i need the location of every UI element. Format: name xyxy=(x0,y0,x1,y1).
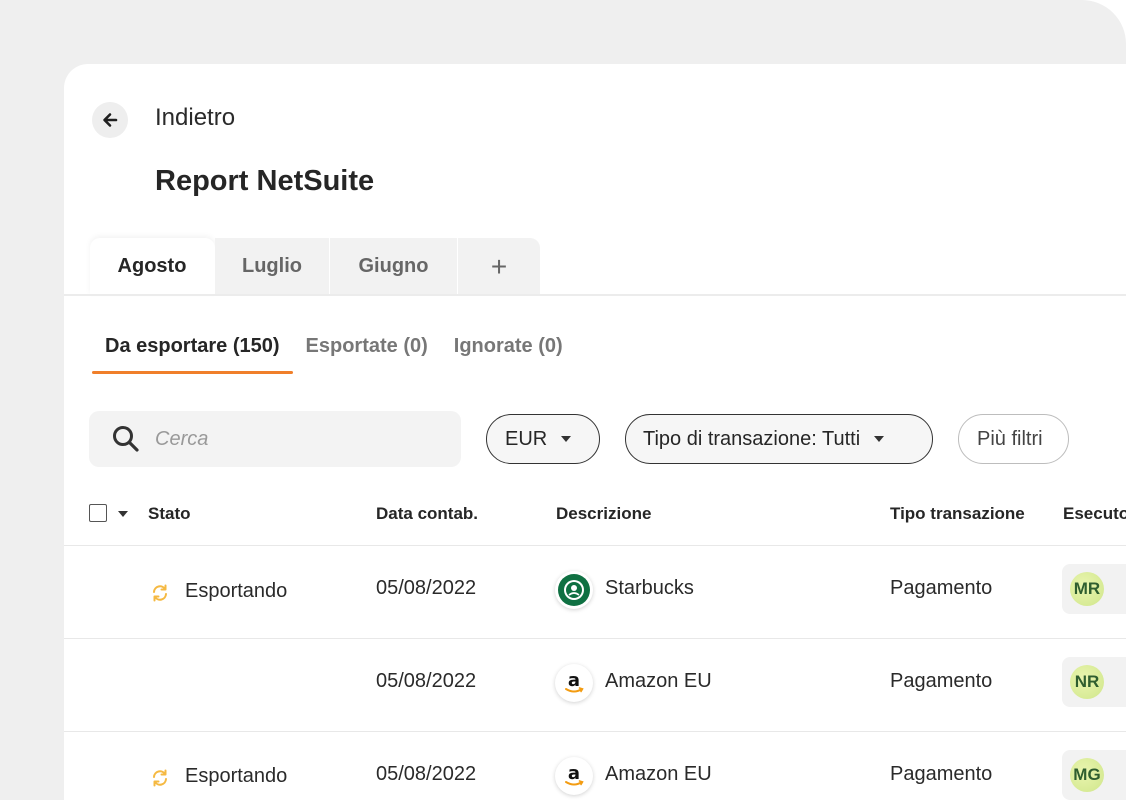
executor-cell: NR xyxy=(1062,657,1126,707)
more-filters-button[interactable]: Più filtri xyxy=(958,414,1069,464)
status-text: Esportando xyxy=(185,580,288,602)
table-row[interactable]: Esportando 05/08/2022 a Amazon EU Pagame… xyxy=(64,732,1126,800)
tab-da-esportare[interactable]: Da esportare (150) xyxy=(92,334,293,374)
executor-cell: MG xyxy=(1062,750,1126,800)
transaction-type-filter-label: Tipo di transazione: Tutti xyxy=(643,427,861,450)
merchant-name: Amazon EU xyxy=(605,670,712,692)
starbucks-logo-icon xyxy=(555,571,593,609)
currency-filter-label: EUR xyxy=(505,427,548,450)
chevron-down-icon xyxy=(874,436,885,442)
table-row[interactable]: 05/08/2022 a Amazon EU Pagamento NR xyxy=(64,639,1126,732)
amazon-logo-icon: a xyxy=(555,664,593,702)
tab-giugno[interactable]: Giugno xyxy=(330,238,458,295)
transaction-type-cell: Pagamento xyxy=(890,577,993,599)
report-panel: Indietro Report NetSuite Agosto Luglio G… xyxy=(64,64,1126,800)
transaction-type-filter[interactable]: Tipo di transazione: Tutti xyxy=(625,414,933,464)
arrow-left-icon xyxy=(103,113,118,127)
avatar: MR xyxy=(1070,572,1104,606)
column-header-stato[interactable]: Stato xyxy=(148,504,191,524)
back-label[interactable]: Indietro xyxy=(155,104,235,132)
column-header-descrizione[interactable]: Descrizione xyxy=(556,504,651,524)
more-filters-label: Più filtri xyxy=(977,427,1043,450)
back-button[interactable] xyxy=(92,102,128,138)
table-header: Stato Data contab. Descrizione Tipo tran… xyxy=(64,490,1126,546)
page-title: Report NetSuite xyxy=(155,165,375,197)
column-header-esecutore[interactable]: Esecutore xyxy=(1063,504,1126,524)
tab-ignorate[interactable]: Ignorate (0) xyxy=(441,334,576,374)
merchant-name: Starbucks xyxy=(605,577,694,599)
tab-divider xyxy=(64,294,1126,296)
column-header-data[interactable]: Data contab. xyxy=(376,504,478,524)
select-all-checkbox[interactable] xyxy=(89,504,107,522)
chevron-down-icon xyxy=(561,436,572,442)
transaction-type-cell: Pagamento xyxy=(890,670,993,692)
month-tabs: Agosto Luglio Giugno + xyxy=(90,238,540,295)
select-menu-chevron-icon[interactable] xyxy=(118,511,128,517)
avatar: NR xyxy=(1070,665,1104,699)
tab-esportate[interactable]: Esportate (0) xyxy=(293,334,441,374)
amazon-logo-icon: a xyxy=(555,757,593,795)
avatar: MG xyxy=(1070,758,1104,792)
svg-text:a: a xyxy=(568,763,580,784)
column-header-tipo[interactable]: Tipo transazione xyxy=(890,504,1025,524)
merchant-name: Amazon EU xyxy=(605,763,712,785)
transaction-type-cell: Pagamento xyxy=(890,763,993,785)
date-cell: 05/08/2022 xyxy=(376,763,477,785)
date-cell: 05/08/2022 xyxy=(376,577,477,599)
add-tab-button[interactable]: + xyxy=(458,238,540,295)
status-tabs: Da esportare (150) Esportate (0) Ignorat… xyxy=(92,334,576,374)
tab-luglio[interactable]: Luglio xyxy=(215,238,330,295)
status-text: Esportando xyxy=(185,765,288,787)
sync-icon xyxy=(153,584,167,602)
svg-text:a: a xyxy=(568,670,580,691)
currency-filter[interactable]: EUR xyxy=(486,414,600,464)
table-row[interactable]: Esportando 05/08/2022 Starbucks Pagament… xyxy=(64,546,1126,639)
tab-agosto[interactable]: Agosto xyxy=(90,238,215,295)
date-cell: 05/08/2022 xyxy=(376,670,477,692)
executor-cell: MR xyxy=(1062,564,1126,614)
sync-icon xyxy=(153,769,167,787)
search-box[interactable] xyxy=(89,411,461,467)
search-icon xyxy=(113,426,139,452)
search-input[interactable] xyxy=(155,427,435,451)
